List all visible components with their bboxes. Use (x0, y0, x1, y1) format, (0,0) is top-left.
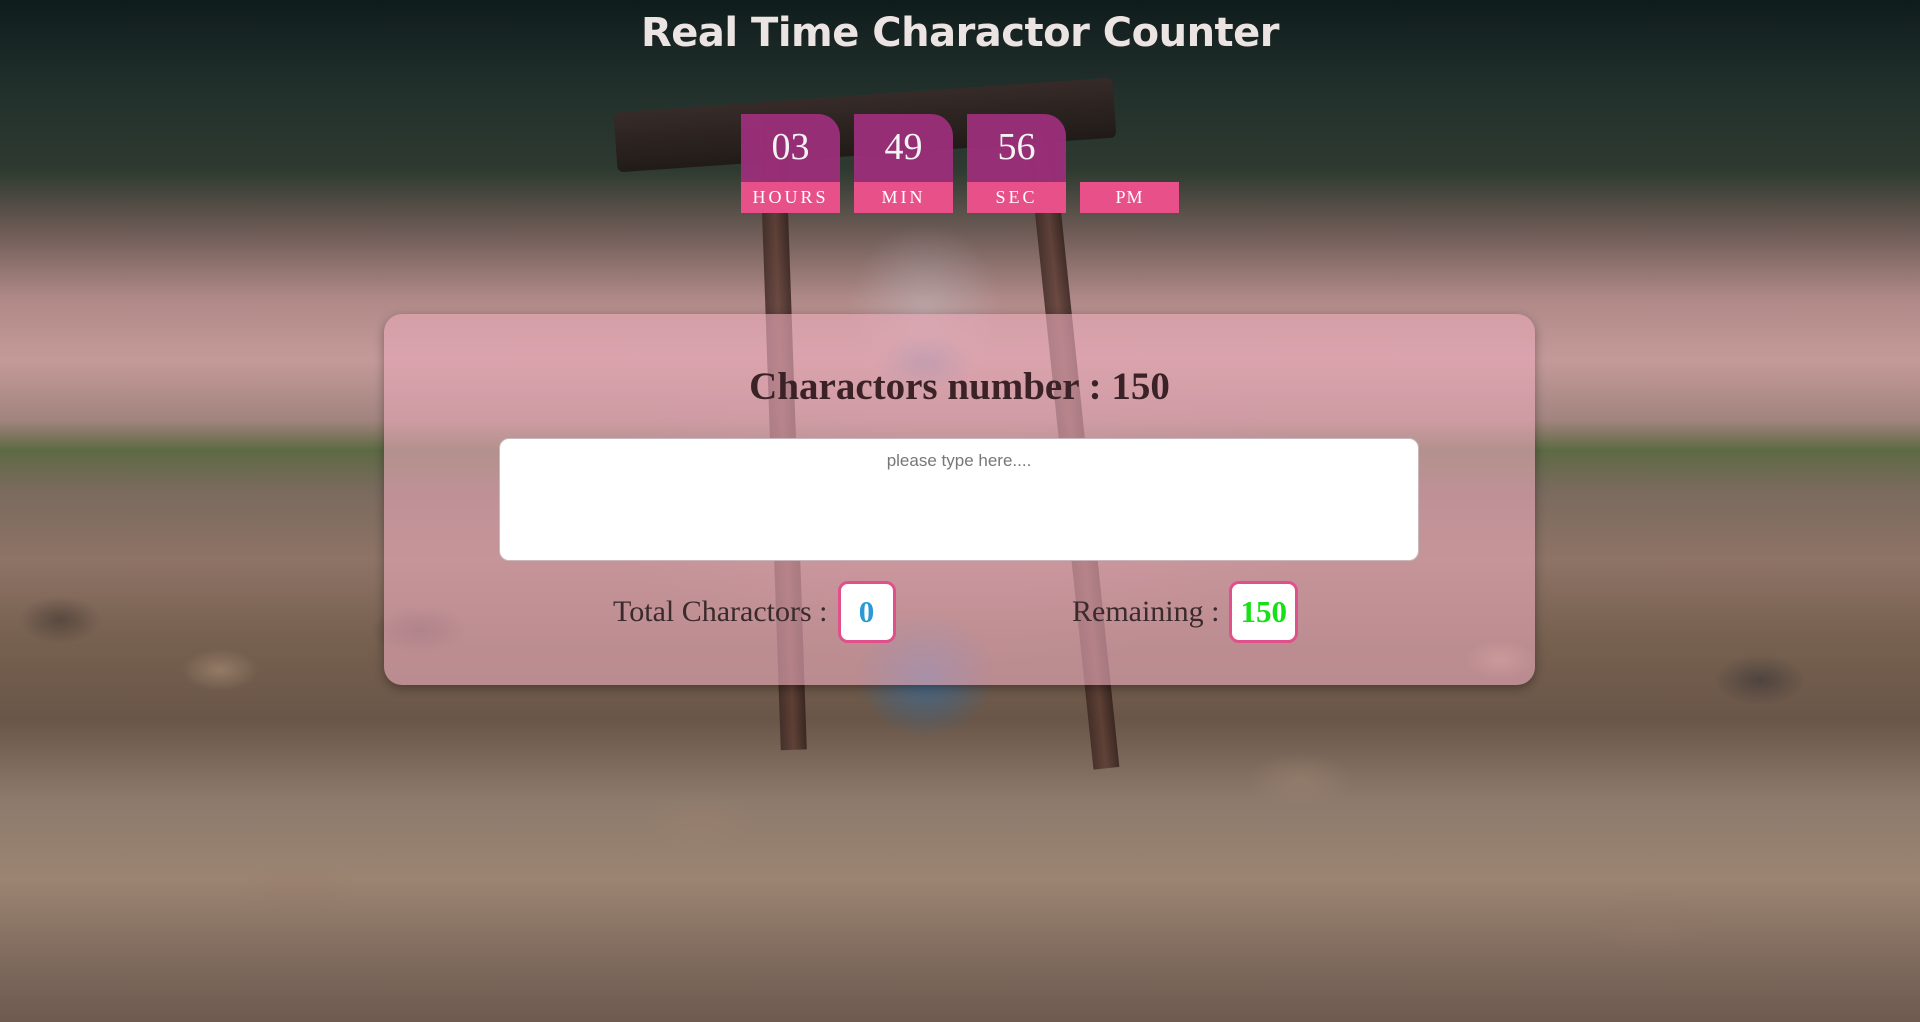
remaining-characters-label: Remaining : (1072, 595, 1220, 628)
clock-seconds-label: SEC (967, 182, 1066, 213)
counter-panel: Charactors number : 150 Total Charactors… (384, 314, 1535, 685)
clock-seconds: 56 SEC (967, 114, 1066, 213)
clock-minutes-label: MIN (854, 182, 953, 213)
remaining-characters-value: 150 (1229, 581, 1298, 643)
clock-minutes-value: 49 (854, 114, 953, 182)
clock-hours-value: 03 (741, 114, 840, 182)
page-title: Real Time Charactor Counter (640, 10, 1280, 56)
clock-hours: 03 HOURS (741, 114, 840, 213)
total-characters-value: 0 (837, 581, 896, 643)
remaining-characters: Remaining : 150 (1072, 581, 1298, 643)
clock-minutes: 49 MIN (854, 114, 953, 213)
total-characters: Total Charactors : 0 (613, 581, 896, 643)
text-input[interactable] (499, 438, 1419, 561)
clock-seconds-value: 56 (967, 114, 1066, 182)
clock-ampm: PM (1080, 182, 1179, 213)
clock-hours-label: HOURS (741, 182, 840, 213)
total-characters-label: Total Charactors : (613, 595, 828, 628)
counter-heading: Charactors number : 150 (749, 365, 1170, 408)
